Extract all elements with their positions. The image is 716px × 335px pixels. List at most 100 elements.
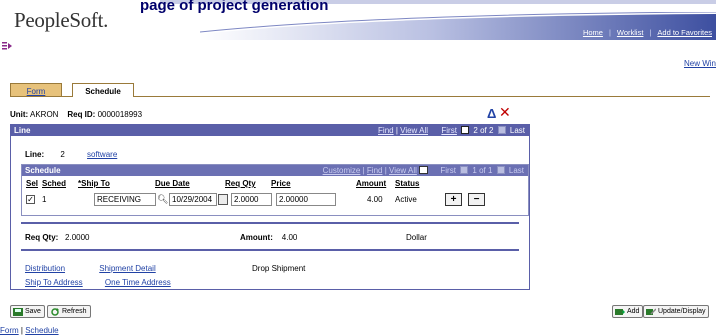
col-amount[interactable]: Amount — [356, 179, 386, 188]
select-checkbox[interactable]: ✓ — [26, 195, 35, 204]
line-last-label: Last — [509, 126, 525, 135]
schedule-grid-nav: Customize | Find | View All First 1 of 1… — [322, 165, 524, 175]
table-row: ✓ 1 RECEIVING 🔍︎ 10/29/2004 2.0000 2.000… — [22, 192, 528, 208]
tab-schedule-label: Schedule — [85, 87, 121, 96]
currency-label: Dollar — [406, 233, 427, 242]
delete-x-icon[interactable]: ✕ — [499, 104, 511, 121]
schedule-grid-title: Schedule — [25, 166, 61, 175]
footer-form-link[interactable]: Form — [0, 326, 19, 335]
col-due-date[interactable]: Due Date — [155, 179, 190, 188]
col-ship-to[interactable]: *Ship To — [78, 179, 110, 188]
save-label: Save — [25, 308, 41, 315]
one-time-address-link[interactable]: One Time Address — [105, 278, 171, 287]
sched-number: 1 — [42, 195, 47, 204]
line-label: Line: — [25, 150, 45, 159]
update-display-label: Update/Display — [658, 308, 706, 315]
refresh-icon — [51, 308, 59, 316]
line-first-link[interactable]: First — [441, 126, 457, 135]
line-range: 2 of 2 — [473, 126, 494, 135]
prev-arrow-icon[interactable] — [461, 125, 470, 134]
line-find-link[interactable]: Find — [378, 126, 394, 135]
schedule-view-all-link[interactable]: View All — [389, 166, 417, 175]
status-value: Active — [395, 195, 417, 204]
add-label: Add — [627, 308, 640, 315]
price-input[interactable]: 2.00000 — [276, 193, 336, 206]
schedule-find-link[interactable]: Find — [367, 166, 383, 175]
refresh-button[interactable]: Refresh — [47, 305, 91, 318]
top-links: Home | Worklist | Add to Favorites — [583, 28, 712, 37]
schedule-range: 1 of 1 — [472, 166, 493, 175]
unit-value: AKRON — [30, 110, 59, 119]
req-qty-input[interactable]: 2.0000 — [231, 193, 272, 206]
add-row-button[interactable]: + — [445, 193, 462, 206]
footer-separator: | — [20, 326, 23, 335]
lookup-icon[interactable]: 🔍︎ — [157, 194, 168, 205]
home-link[interactable]: Home — [583, 28, 603, 37]
line-grid-title: Line — [14, 126, 31, 135]
line-view-all-link[interactable]: View All — [400, 126, 428, 135]
col-sched[interactable]: Sched — [42, 179, 66, 188]
col-status[interactable]: Status — [395, 179, 419, 188]
update-display-button[interactable]: Update/Display — [643, 305, 710, 318]
add-icon — [615, 309, 625, 315]
line-description-link[interactable]: software — [87, 150, 117, 159]
top-banner: page of project generation PeopleSoft. H… — [0, 0, 716, 44]
due-date-input[interactable]: 10/29/2004 — [169, 193, 217, 206]
delete-row-button[interactable]: − — [468, 193, 485, 206]
ship-to-address-link[interactable]: Ship To Address — [25, 278, 83, 287]
tab-form[interactable]: Form — [10, 83, 62, 97]
amount-total-value: 4.00 — [281, 233, 298, 242]
line-value: 2 — [60, 150, 65, 159]
shipment-detail-link[interactable]: Shipment Detail — [99, 264, 155, 273]
new-window-link[interactable]: New Win — [684, 59, 716, 68]
save-icon — [13, 308, 23, 316]
schedule-first-label: First — [440, 166, 456, 175]
delta-icon[interactable]: Δ — [487, 106, 496, 121]
schedule-grid-header: Schedule Customize | Find | View All Fir… — [22, 165, 528, 176]
peoplesoft-logo: PeopleSoft. — [14, 8, 109, 32]
reqid-label: Req ID: — [67, 110, 96, 119]
req-qty-total: Req Qty: 2.0000 — [25, 233, 89, 242]
col-sel[interactable]: Sel — [26, 179, 38, 188]
requisition-header: Unit: AKRON Req ID: 0000018993 — [10, 110, 142, 119]
amount-value: 4.00 — [367, 195, 383, 204]
update-display-icon — [646, 308, 656, 315]
customize-link[interactable]: Customize — [323, 166, 361, 175]
req-qty-total-label: Req Qty: — [25, 233, 59, 242]
tab-schedule[interactable]: Schedule — [72, 83, 134, 97]
links-row-2: Ship To Address One Time Address — [25, 278, 171, 287]
add-to-favorites-link[interactable]: Add to Favorites — [657, 28, 712, 37]
add-button[interactable]: Add — [612, 305, 644, 318]
unit-label: Unit: — [10, 110, 29, 119]
worklist-link[interactable]: Worklist — [617, 28, 644, 37]
divider — [21, 249, 519, 251]
col-req-qty[interactable]: Req Qty — [225, 179, 256, 188]
top-link-separator: | — [608, 28, 611, 37]
schedule-column-headers: Sel Sched *Ship To Due Date Req Qty Pric… — [22, 179, 528, 189]
reqid-value: 0000018993 — [97, 110, 143, 119]
line-grid-header: Line Find | View All First 2 of 2 Last — [11, 125, 529, 136]
col-price[interactable]: Price — [271, 179, 291, 188]
save-button[interactable]: Save — [10, 305, 45, 318]
page-tabs: Form Schedule — [10, 83, 710, 97]
amount-total: Amount: 4.00 — [240, 233, 297, 242]
links-row-1: Distribution Shipment Detail — [25, 264, 156, 273]
tab-form-label[interactable]: Form — [27, 87, 46, 96]
footer-schedule-link[interactable]: Schedule — [25, 326, 58, 335]
next-arrow-icon — [497, 125, 506, 134]
req-qty-total-value: 2.0000 — [65, 233, 90, 242]
schedule-prev-arrow-icon — [460, 165, 469, 174]
schedule-grid: Schedule Customize | Find | View All Fir… — [21, 164, 529, 216]
line-row: Line: 2 software — [25, 150, 117, 159]
distribution-link[interactable]: Distribution — [25, 264, 65, 273]
menu-icon[interactable] — [2, 42, 12, 50]
line-grid-nav: Find | View All First 2 of 2 Last — [378, 125, 525, 135]
divider — [21, 222, 519, 224]
schedule-next-arrow-icon — [496, 165, 505, 174]
amount-total-label: Amount: — [240, 233, 273, 242]
ship-to-input[interactable]: RECEIVING — [94, 193, 156, 206]
download-grid-icon[interactable] — [419, 165, 429, 174]
tab-active-gap — [73, 96, 133, 97]
line-grid: Line Find | View All First 2 of 2 Last L… — [10, 124, 530, 290]
calendar-icon[interactable] — [218, 194, 228, 205]
